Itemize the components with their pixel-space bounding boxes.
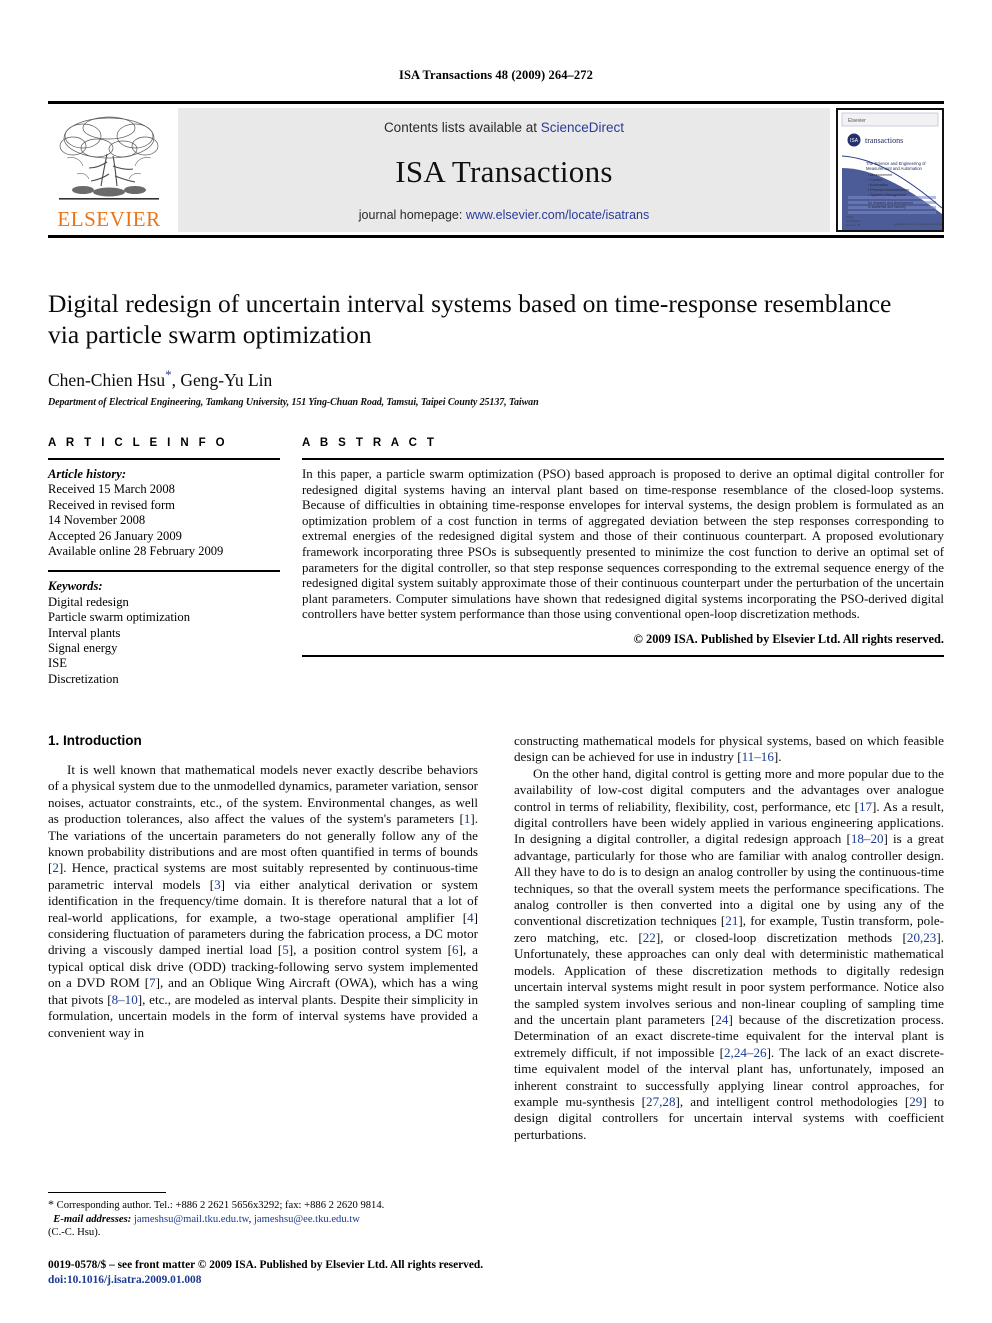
svg-text:ISA: ISA <box>850 138 859 144</box>
citation-ref[interactable]: 2 <box>52 860 59 875</box>
issn-frontmatter-line: 0019-0578/$ – see front matter © 2009 IS… <box>48 1259 484 1271</box>
title-block: Digital redesign of uncertain interval s… <box>48 288 918 408</box>
body-column-right: constructing mathematical models for phy… <box>514 733 944 1143</box>
keyword-item: Particle swarm optimization <box>48 610 190 625</box>
citation-ref[interactable]: 20,23 <box>907 930 936 945</box>
intro-paragraph-1-continued: constructing mathematical models for phy… <box>514 733 944 765</box>
citation-ref[interactable]: 4 <box>467 910 474 925</box>
journal-masthead: ELSEVIER Contents lists available at Sci… <box>48 101 944 238</box>
running-head: ISA Transactions 48 (2009) 264–272 <box>399 68 593 82</box>
journal-homepage-line: journal homepage: www.elsevier.com/locat… <box>359 208 649 222</box>
svg-text:• Systems Management: • Systems Management <box>868 193 906 197</box>
footnote-email-label: E-mail addresses: <box>53 1213 132 1225</box>
citation-ref[interactable]: 7 <box>149 975 156 990</box>
citation-ref[interactable]: 18–20 <box>851 831 884 846</box>
svg-text:Volume 48: Volume 48 <box>846 223 861 227</box>
homepage-prefix: journal homepage: <box>358 208 466 222</box>
page-footer: 0019-0578/$ – see front matter © 2009 IS… <box>48 1258 648 1287</box>
keyword-item: Signal energy <box>48 641 118 656</box>
svg-text:in academia and industry: in academia and industry <box>868 205 906 209</box>
citation-ref[interactable]: 17 <box>859 799 872 814</box>
journal-band: Contents lists available at ScienceDirec… <box>178 108 830 232</box>
history-item: Accepted 26 January 2009 <box>48 528 182 543</box>
footnote-rule <box>48 1192 166 1193</box>
abstract-copyright: © 2009 ISA. Published by Elsevier Ltd. A… <box>633 631 944 646</box>
section-heading-introduction: 1. Introduction <box>48 733 142 748</box>
doi-line[interactable]: doi:10.1016/j.isatra.2009.01.008 <box>48 1273 648 1288</box>
article-history: Article history: Received 15 March 2008 … <box>48 467 280 559</box>
keywords-label: Keywords: <box>48 579 103 594</box>
article-info-rule <box>48 458 280 460</box>
journal-cover-thumbnail: Elsevier ISA transactions The Science an… <box>836 108 944 232</box>
svg-text:transactions: transactions <box>865 136 903 145</box>
paper-page: ISA Transactions 48 (2009) 264–272 ELSEV… <box>0 0 992 1323</box>
elsevier-wordmark: ELSEVIER <box>57 207 161 231</box>
svg-text:• Measurement: • Measurement <box>868 173 892 177</box>
keyword-item: ISE <box>48 656 67 671</box>
svg-text:Measurement and Automation: Measurement and Automation <box>866 166 923 171</box>
footnote-text: * Corresponding author. Tel.: +886 2 262… <box>48 1197 385 1239</box>
citation-ref[interactable]: 11–16 <box>742 749 774 764</box>
corresponding-author-footnote: * Corresponding author. Tel.: +886 2 262… <box>48 1192 478 1240</box>
footnote-email-owner: (C.-C. Hsu). <box>48 1227 101 1239</box>
masthead-top-rule <box>48 101 944 104</box>
elsevier-tree-icon <box>59 116 159 200</box>
citation-ref[interactable]: 3 <box>214 877 221 892</box>
citation-ref[interactable]: 1 <box>464 811 471 826</box>
article-history-label: Article history: <box>48 467 127 481</box>
abstract-rule <box>302 458 944 460</box>
footnote-corresponding: Corresponding author. Tel.: +886 2 2621 … <box>56 1200 385 1211</box>
email-link-1[interactable]: jameshsu@mail.tku.edu.tw <box>134 1214 249 1225</box>
abstract-bottom-rule <box>302 654 944 657</box>
footnote-star: * <box>48 1197 54 1211</box>
citation-ref[interactable]: 8–10 <box>112 992 138 1007</box>
history-item: Received 15 March 2008 <box>48 482 175 497</box>
abstract-body: In this paper, a particle swarm optimiza… <box>302 467 944 622</box>
body-columns: 1. Introduction It is well known that ma… <box>48 733 944 1143</box>
masthead-bottom-rule <box>48 235 944 238</box>
citation-ref[interactable]: 5 <box>282 942 289 957</box>
author-secondary: , Geng-Yu Lin <box>171 369 273 390</box>
citation-ref[interactable]: 22 <box>643 930 656 945</box>
history-item: Available online 28 February 2009 <box>48 544 224 559</box>
body-column-left: 1. Introduction It is well known that ma… <box>48 733 478 1143</box>
author-primary: Chen-Chien Hsu <box>48 369 166 390</box>
keyword-item: Digital redesign <box>48 594 129 609</box>
contents-available-line: Contents lists available at ScienceDirec… <box>384 120 624 135</box>
citation-ref[interactable]: 24 <box>715 1012 728 1027</box>
journal-homepage-link[interactable]: www.elsevier.com/locate/isatrans <box>466 208 649 222</box>
svg-text:• Process Instrumentation: • Process Instrumentation <box>868 188 909 192</box>
abstract-heading: A B S T R A C T <box>302 437 438 449</box>
keyword-item: Interval plants <box>48 625 121 640</box>
svg-text:• Control: • Control <box>868 178 882 182</box>
author-list: Chen-Chien Hsu*, Geng-Yu Lin <box>48 367 918 391</box>
email-link-2[interactable]: jameshsu@ee.tku.edu.tw <box>254 1214 360 1225</box>
svg-text:Available online at www.scienc: Available online at www.sciencedirect.co… <box>894 222 942 226</box>
keyword-item: Discretization <box>48 671 119 686</box>
article-info-column: A R T I C L E I N F O Article history: R… <box>48 437 280 687</box>
citation-ref[interactable]: 6 <box>452 942 459 957</box>
svg-text:Elsevier: Elsevier <box>848 118 866 124</box>
elsevier-logo: ELSEVIER <box>48 108 170 232</box>
info-abstract-region: A R T I C L E I N F O Article history: R… <box>48 437 944 687</box>
journal-cover-image: Elsevier ISA transactions The Science an… <box>838 110 942 230</box>
citation-ref[interactable]: 29 <box>909 1094 922 1109</box>
affiliation: Department of Electrical Engineering, Ta… <box>48 396 539 408</box>
keywords-rule <box>48 570 280 573</box>
citation-ref[interactable]: 21 <box>725 913 738 928</box>
intro-paragraph-2: On the other hand, digital control is ge… <box>514 765 944 1142</box>
journal-title: ISA Transactions <box>395 154 613 189</box>
abstract-column: A B S T R A C T In this paper, a particl… <box>302 437 944 687</box>
history-item: 14 November 2008 <box>48 513 146 528</box>
history-item: Received in revised form <box>48 497 175 512</box>
sciencedirect-link[interactable]: ScienceDirect <box>541 120 624 135</box>
citation-ref[interactable]: 2,24–26 <box>724 1045 767 1060</box>
contents-prefix: Contents lists available at <box>383 120 541 135</box>
intro-paragraph-1: It is well known that mathematical model… <box>48 762 479 1040</box>
svg-text:• Automation: • Automation <box>868 183 888 187</box>
keywords-block: Keywords: Digital redesign Particle swar… <box>48 579 280 687</box>
article-info-heading: A R T I C L E I N F O <box>48 437 229 449</box>
page-title: Digital redesign of uncertain interval s… <box>48 289 892 349</box>
citation-ref[interactable]: 27,28 <box>646 1094 675 1109</box>
